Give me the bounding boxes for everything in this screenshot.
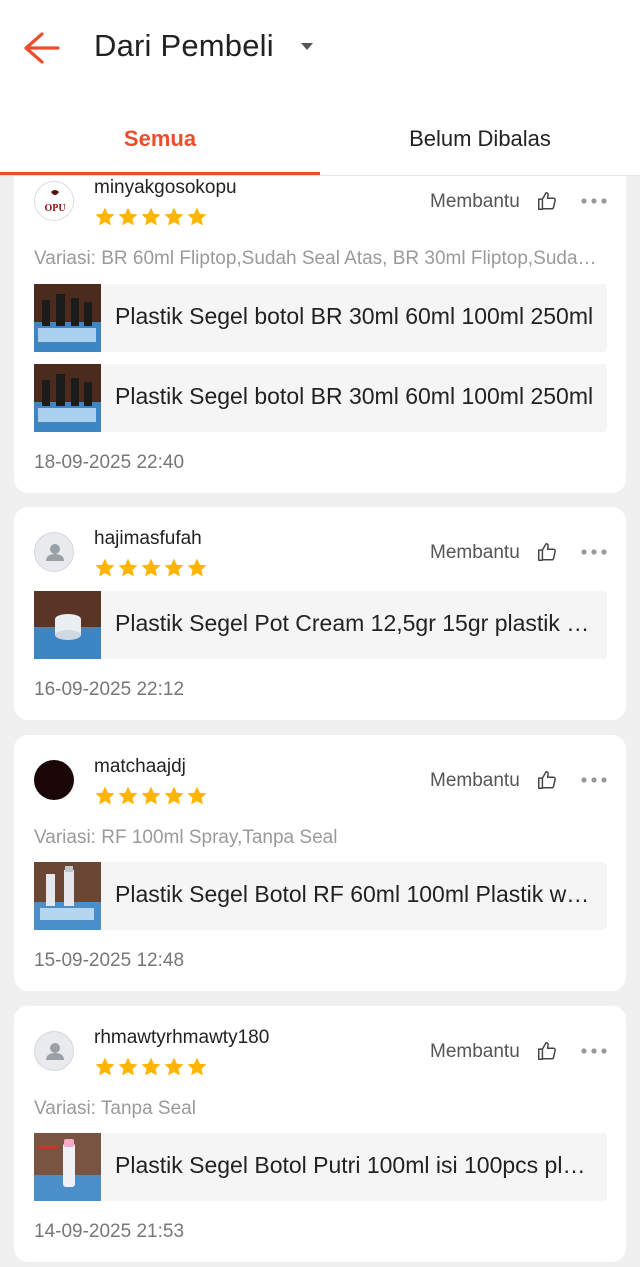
star-icon	[141, 558, 161, 577]
product-thumbnail	[34, 1133, 101, 1201]
avatar[interactable]	[34, 532, 74, 572]
star-rating	[94, 785, 208, 807]
helpful-label[interactable]: Membantu	[430, 1041, 520, 1063]
product-item[interactable]: Plastik Segel Pot Cream 12,5gr 15gr plas…	[34, 591, 607, 659]
product-name: Plastik Segel Botol Putri 100ml isi 100p…	[115, 1152, 595, 1178]
star-rating	[94, 1056, 208, 1078]
page-title[interactable]: Dari Pembeli	[94, 28, 274, 64]
variation-text: Variasi: RF 100ml Spray,Tanpa Seal	[34, 827, 338, 848]
product-name: Plastik Segel Pot Cream 12,5gr 15gr plas…	[115, 610, 595, 636]
star-icon	[95, 558, 115, 577]
star-rating	[94, 557, 208, 579]
thumbs-up-icon[interactable]	[536, 769, 558, 791]
thumbs-up-icon[interactable]	[536, 1040, 558, 1062]
star-icon	[164, 786, 184, 805]
user-placeholder-icon	[46, 1043, 64, 1060]
product-thumbnail	[34, 364, 101, 432]
product-item[interactable]: Plastik Segel Botol RF 60ml 100ml Plasti…	[34, 862, 607, 930]
tab-belum-dibalas[interactable]: Belum Dibalas	[320, 126, 640, 152]
product-name: Plastik Segel Botol RF 60ml 100ml Plasti…	[115, 881, 595, 907]
caret-down-icon[interactable]	[301, 43, 313, 50]
more-options-icon[interactable]	[580, 548, 608, 556]
star-icon	[118, 207, 138, 226]
helpful-label[interactable]: Membantu	[430, 542, 520, 564]
review-card: matchaajdj Membantu Variasi: RF 100ml Sp…	[14, 735, 626, 991]
shop-logo-image: OPU	[36, 183, 73, 220]
thumbs-up-icon[interactable]	[536, 190, 558, 212]
helpful-label[interactable]: Membantu	[430, 191, 520, 213]
reviewer-name: hajimasfufah	[94, 528, 202, 549]
star-icon	[95, 207, 115, 226]
star-icon	[187, 207, 207, 226]
svg-text:OPU: OPU	[44, 203, 65, 214]
product-thumbnail	[34, 862, 101, 930]
star-icon	[164, 1057, 184, 1076]
thumbs-up-icon[interactable]	[536, 541, 558, 563]
reviewer-name: minyakgosokopu	[94, 177, 237, 198]
product-thumbnail	[34, 284, 101, 352]
star-icon	[164, 558, 184, 577]
star-icon	[141, 786, 161, 805]
variation-text: Variasi: Tanpa Seal	[34, 1098, 196, 1119]
star-icon	[95, 786, 115, 805]
user-placeholder-icon	[46, 544, 64, 561]
reviewer-name: matchaajdj	[94, 756, 186, 777]
more-options-icon[interactable]	[580, 197, 608, 205]
product-thumbnail	[34, 591, 101, 659]
star-icon	[118, 558, 138, 577]
star-rating	[94, 206, 208, 228]
star-icon	[187, 786, 207, 805]
divider	[0, 175, 640, 176]
arrow-left-icon[interactable]	[20, 28, 62, 68]
reviewer-name: rhmawtyrhmawty180	[94, 1027, 270, 1048]
avatar[interactable]	[34, 1031, 74, 1071]
variation-text: Variasi: BR 60ml Fliptop,Sudah Seal Atas…	[34, 248, 604, 269]
review-card: OPU minyakgosokopu Membantu Variasi: BR …	[14, 160, 626, 493]
review-card: hajimasfufah Membantu Plastik Segel Pot …	[14, 507, 626, 720]
product-name: Plastik Segel botol BR 30ml 60ml 100ml 2…	[115, 383, 594, 409]
star-icon	[164, 207, 184, 226]
top-bar: Dari Pembeli Semua Belum Dibalas	[0, 0, 640, 176]
review-card: rhmawtyrhmawty180 Membantu Variasi: Tanp…	[14, 1006, 626, 1262]
star-icon	[187, 558, 207, 577]
star-icon	[95, 1057, 115, 1076]
avatar[interactable]: OPU	[34, 181, 74, 221]
product-name: Plastik Segel botol BR 30ml 60ml 100ml 2…	[115, 303, 594, 329]
star-icon	[141, 207, 161, 226]
helpful-label[interactable]: Membantu	[430, 770, 520, 792]
review-date: 18-09-2025 22:40	[34, 452, 185, 473]
more-options-icon[interactable]	[580, 776, 608, 784]
tab-semua[interactable]: Semua	[0, 126, 320, 152]
more-options-icon[interactable]	[580, 1047, 608, 1055]
star-icon	[118, 1057, 138, 1076]
product-item[interactable]: Plastik Segel botol BR 30ml 60ml 100ml 2…	[34, 284, 607, 352]
product-item[interactable]: Plastik Segel Botol Putri 100ml isi 100p…	[34, 1133, 607, 1201]
review-date: 14-09-2025 21:53	[34, 1221, 185, 1242]
star-icon	[118, 786, 138, 805]
review-date: 16-09-2025 22:12	[34, 679, 185, 700]
star-icon	[141, 1057, 161, 1076]
star-icon	[187, 1057, 207, 1076]
product-item[interactable]: Plastik Segel botol BR 30ml 60ml 100ml 2…	[34, 364, 607, 432]
review-date: 15-09-2025 12:48	[34, 950, 185, 971]
avatar[interactable]	[34, 760, 74, 800]
